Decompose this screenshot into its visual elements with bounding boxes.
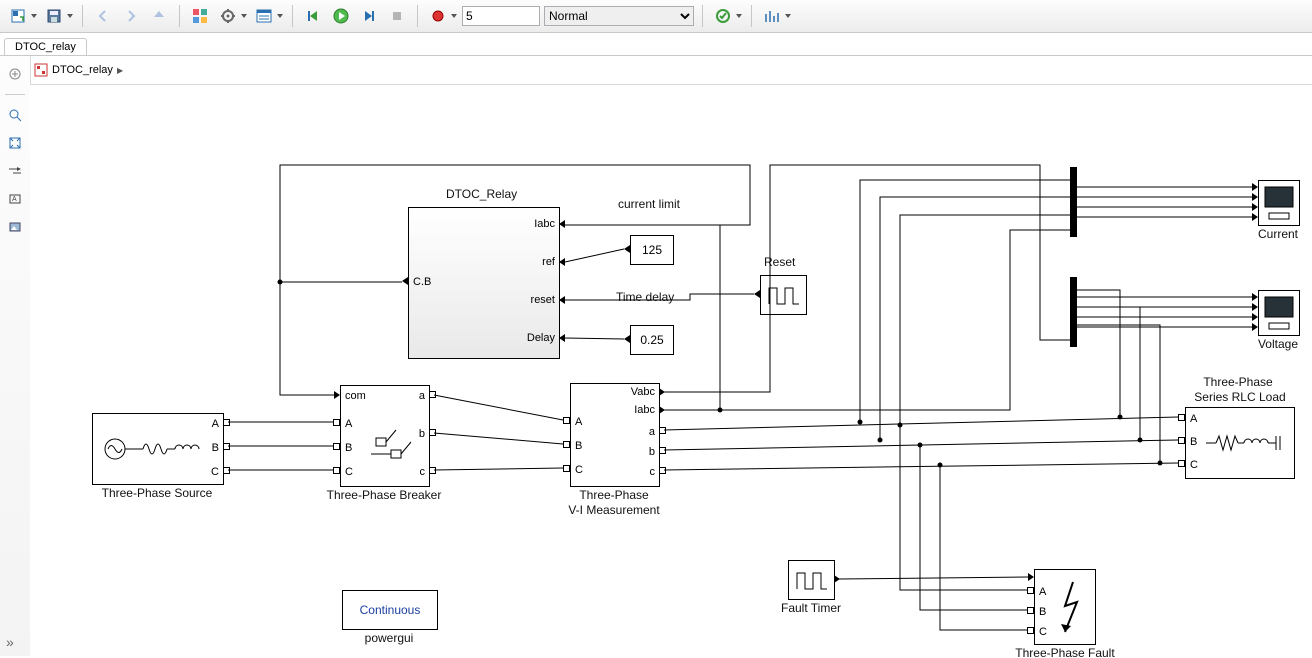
model-canvas[interactable]: DTOC_Relay C.B Iabc ref reset Delay curr…: [30, 84, 1312, 656]
stop-button[interactable]: [385, 4, 409, 28]
config-button[interactable]: [216, 4, 248, 28]
block-mux-voltage[interactable]: [1070, 277, 1077, 347]
build-button[interactable]: [711, 4, 743, 28]
model-icon: [34, 63, 48, 77]
port-src-a: A: [212, 418, 219, 430]
port-src-c: C: [211, 466, 219, 478]
block-label-voltage: Voltage: [1252, 337, 1304, 351]
hide-show-button[interactable]: [3, 62, 27, 86]
back-button[interactable]: [91, 4, 115, 28]
port-reset: reset: [531, 294, 555, 306]
workspace: A DTOC_relay ▶ DTOC_Relay C.B Iabc ref r…: [0, 56, 1312, 656]
block-rlc-load[interactable]: A B C: [1185, 407, 1295, 479]
block-label-load-1: Three-Phase: [1178, 375, 1298, 389]
block-label-breaker: Three-Phase Breaker: [320, 488, 448, 502]
tools-button[interactable]: [760, 4, 792, 28]
new-model-button[interactable]: [6, 4, 38, 28]
zoom-button[interactable]: [3, 103, 27, 127]
block-constant-025[interactable]: 0.25: [630, 325, 674, 355]
run-button[interactable]: [329, 4, 353, 28]
fit-button[interactable]: [3, 131, 27, 155]
tab-strip: DTOC_relay: [0, 33, 1312, 56]
left-palette: A: [0, 56, 31, 656]
block-powergui[interactable]: Continuous: [342, 590, 438, 630]
block-mux-current[interactable]: [1070, 167, 1077, 237]
block-three-phase-fault[interactable]: A B C: [1034, 569, 1096, 645]
chevron-right-icon: ▶: [117, 66, 123, 75]
signal-button[interactable]: [3, 159, 27, 183]
svg-text:A: A: [12, 196, 17, 203]
port-cb: C.B: [413, 276, 431, 288]
label-current-limit: current limit: [618, 197, 680, 211]
port-vi-c: c: [650, 466, 656, 478]
image-button[interactable]: [3, 215, 27, 239]
block-fault-timer[interactable]: [788, 560, 835, 600]
port-src-b: B: [212, 442, 219, 454]
label-time-delay: Time delay: [616, 290, 674, 304]
block-vi-measurement[interactable]: A B C Vabc Iabc a b c: [570, 383, 660, 487]
block-label-load-2: Series RLC Load: [1170, 390, 1310, 404]
block-constant-125[interactable]: 125: [630, 235, 674, 265]
model-explorer-button[interactable]: [252, 4, 284, 28]
block-three-phase-breaker[interactable]: com A B C a b c: [340, 385, 430, 487]
tab-dtoc-relay[interactable]: DTOC_relay: [4, 38, 87, 55]
port-vi-b: b: [649, 446, 655, 458]
block-scope-voltage[interactable]: [1258, 290, 1300, 336]
port-vi-iabc: Iabc: [634, 404, 655, 416]
breadcrumb-model[interactable]: DTOC_relay: [52, 64, 113, 76]
library-browser-button[interactable]: [188, 4, 212, 28]
block-label-fault-timer: Fault Timer: [776, 601, 846, 615]
port-vi-C: C: [575, 464, 583, 476]
block-reset-pulse[interactable]: [760, 275, 807, 315]
step-forward-button[interactable]: [357, 4, 381, 28]
breadcrumb[interactable]: DTOC_relay ▶: [34, 60, 123, 80]
save-button[interactable]: [42, 4, 74, 28]
block-three-phase-source[interactable]: A B C: [92, 413, 224, 485]
port-ref: ref: [542, 256, 555, 268]
stop-time-input[interactable]: [462, 6, 540, 26]
up-button[interactable]: [147, 4, 171, 28]
wires: [30, 85, 1312, 656]
record-button[interactable]: [426, 4, 458, 28]
block-label-vi-2: V-I Measurement: [560, 503, 668, 517]
label-reset: Reset: [764, 255, 795, 269]
forward-button[interactable]: [119, 4, 143, 28]
annotation-button[interactable]: A: [3, 187, 27, 211]
block-label-powergui: powergui: [342, 631, 436, 645]
block-dtoc-relay[interactable]: C.B Iabc ref reset Delay: [408, 207, 560, 359]
expand-button[interactable]: »: [6, 634, 14, 650]
simulation-mode-select[interactable]: Normal: [544, 6, 694, 26]
block-scope-current[interactable]: [1258, 180, 1300, 226]
block-label-current: Current: [1252, 227, 1304, 241]
port-vi-B: B: [575, 440, 582, 452]
port-delay: Delay: [527, 332, 555, 344]
block-label-source: Three-Phase Source: [92, 486, 222, 500]
main-toolbar: Normal: [0, 0, 1312, 33]
port-iabc: Iabc: [534, 218, 555, 230]
port-vi-vabc: Vabc: [631, 386, 655, 398]
block-label-fault: Three-Phase Fault: [1010, 646, 1120, 658]
port-vi-A: A: [575, 416, 582, 428]
port-vi-a: a: [649, 426, 655, 438]
block-label-vi-1: Three-Phase: [570, 488, 658, 502]
block-label-relay: DTOC_Relay: [446, 187, 517, 201]
step-back-button[interactable]: [301, 4, 325, 28]
